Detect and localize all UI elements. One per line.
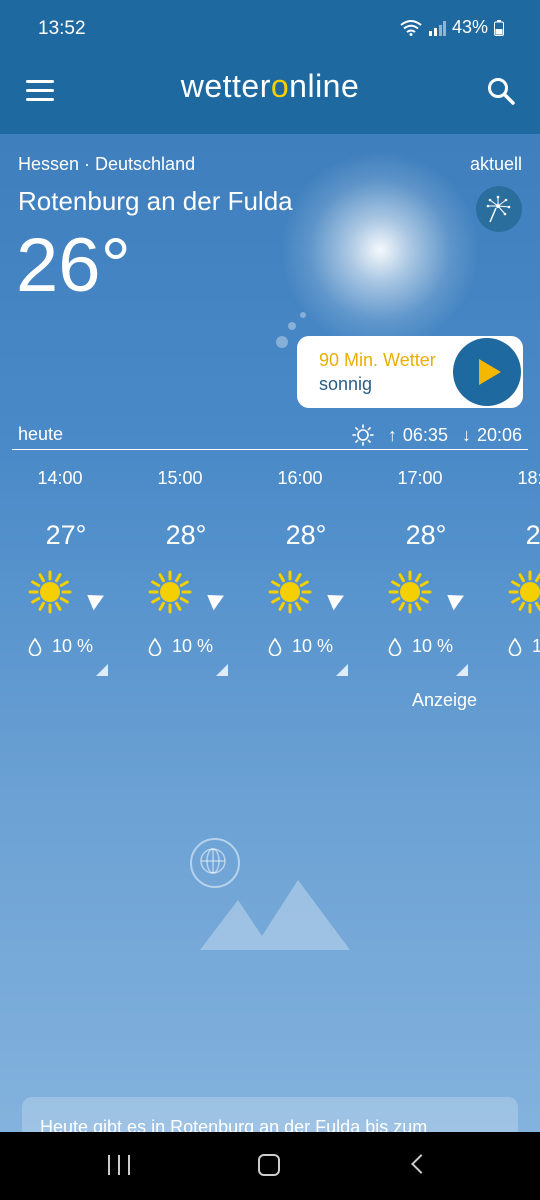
logo-o: o xyxy=(270,68,290,104)
sun-glow-background xyxy=(280,150,480,350)
wind-direction-icon xyxy=(82,587,104,611)
expand-corner-icon xyxy=(336,664,348,676)
rain-percent: 10 % xyxy=(412,636,454,656)
lens-flare xyxy=(288,322,296,330)
ninety-minute-weather-card[interactable]: 90 Min. Wetter sonnig xyxy=(297,336,523,408)
play-button[interactable] xyxy=(453,338,521,406)
rain-probability: 10 % xyxy=(388,636,453,657)
wifi-icon xyxy=(400,19,422,36)
hour-column[interactable]: 17:00 28° 10 % xyxy=(360,460,480,690)
ad-label: Anzeige xyxy=(412,690,478,710)
dandelion-icon xyxy=(486,195,511,223)
current-temperature: 26° xyxy=(16,223,131,308)
raindrop-icon xyxy=(508,637,522,656)
back-button[interactable] xyxy=(411,1154,431,1174)
weather-screen: 13:52 43% wetteronline Hessen · Deutschl… xyxy=(0,0,540,1132)
rain-probability: 10 % xyxy=(28,636,93,657)
rain-probability: 10 % xyxy=(268,636,333,657)
sunrise-time: 06:35 xyxy=(402,424,448,445)
rain-percent: 10 % xyxy=(292,636,334,656)
expand-corner-icon xyxy=(456,664,468,676)
rain-percent: 10 % xyxy=(172,636,214,656)
sun-icon xyxy=(268,570,312,614)
battery-icon xyxy=(494,19,504,36)
search-icon[interactable] xyxy=(486,76,516,106)
hour-time: 18:00 xyxy=(517,468,540,488)
signal-icon xyxy=(428,20,446,36)
sunset-arrow-icon: ↓ xyxy=(461,424,471,445)
hourly-forecast[interactable]: 14:00 27° 10 % 15:00 28° 10 % 16:00 28° xyxy=(0,460,540,700)
hour-temperature: 28° xyxy=(405,520,447,550)
city-name[interactable]: Rotenburg an der Fulda xyxy=(18,186,293,217)
play-icon xyxy=(479,359,501,385)
today-label: heute xyxy=(18,424,64,444)
raindrop-icon xyxy=(148,637,162,656)
raindrop-icon xyxy=(268,637,282,656)
sunrise-arrow-icon: ↑ xyxy=(387,424,397,445)
system-navigation-bar xyxy=(0,1132,540,1200)
home-button[interactable] xyxy=(258,1154,280,1176)
hour-temperature: 28° xyxy=(285,520,327,550)
hour-column[interactable]: 15:00 28° 10 % xyxy=(120,460,240,690)
rain-percent: 10 % xyxy=(532,636,540,656)
hour-time: 16:00 xyxy=(277,468,323,488)
hour-temperature: 28° xyxy=(525,520,540,550)
hour-temperature: 27° xyxy=(45,520,87,550)
sun-icon xyxy=(28,570,72,614)
current-label: aktuell xyxy=(469,154,522,174)
card90-subtitle: sonnig xyxy=(319,374,373,394)
hour-time: 17:00 xyxy=(397,468,443,488)
image-placeholder-icon xyxy=(200,880,350,950)
app-logo[interactable]: wetteronline xyxy=(0,68,540,105)
region-label: Hessen · Deutschland xyxy=(18,154,196,174)
divider xyxy=(12,449,528,450)
lens-flare xyxy=(300,312,306,318)
status-time: 13:52 xyxy=(38,18,86,39)
rain-percent: 10 % xyxy=(52,636,94,656)
hour-temperature: 28° xyxy=(165,520,207,550)
sun-icon xyxy=(508,570,540,614)
hour-column[interactable]: 14:00 27° 10 % xyxy=(0,460,120,690)
wind-direction-icon xyxy=(322,587,344,611)
battery-percent: 43% xyxy=(451,17,488,37)
status-icons: 43% xyxy=(400,17,504,38)
hour-column[interactable]: 18:00 28° 10 % xyxy=(480,460,540,690)
raindrop-icon xyxy=(388,637,402,656)
sun-times: ↑ 06:35 ↓ 20:06 xyxy=(352,424,522,446)
pollen-button[interactable] xyxy=(476,186,522,232)
sun-outline-icon xyxy=(352,424,374,446)
hour-column[interactable]: 16:00 28° 10 % xyxy=(240,460,360,690)
weather-text-card[interactable]: Heute gibt es in Rotenburg an der Fulda … xyxy=(22,1097,518,1132)
sun-icon xyxy=(148,570,192,614)
card90-title: 90 Min. Wetter xyxy=(319,350,436,370)
sunset-time: 20:06 xyxy=(476,424,522,445)
rain-probability: 10 % xyxy=(508,636,540,657)
hour-time: 14:00 xyxy=(37,468,83,488)
rain-probability: 10 % xyxy=(148,636,213,657)
app-header: wetteronline xyxy=(0,58,540,134)
recent-apps-button[interactable] xyxy=(108,1155,130,1175)
expand-corner-icon xyxy=(216,664,228,676)
wind-direction-icon xyxy=(442,587,464,611)
expand-corner-icon xyxy=(96,664,108,676)
status-bar: 13:52 43% xyxy=(0,0,540,58)
lens-flare xyxy=(276,336,288,348)
raindrop-icon xyxy=(28,637,42,656)
sun-icon xyxy=(388,570,432,614)
hour-time: 15:00 xyxy=(157,468,203,488)
wind-direction-icon xyxy=(202,587,224,611)
weather-text: Heute gibt es in Rotenburg an der Fulda … xyxy=(40,1117,428,1132)
